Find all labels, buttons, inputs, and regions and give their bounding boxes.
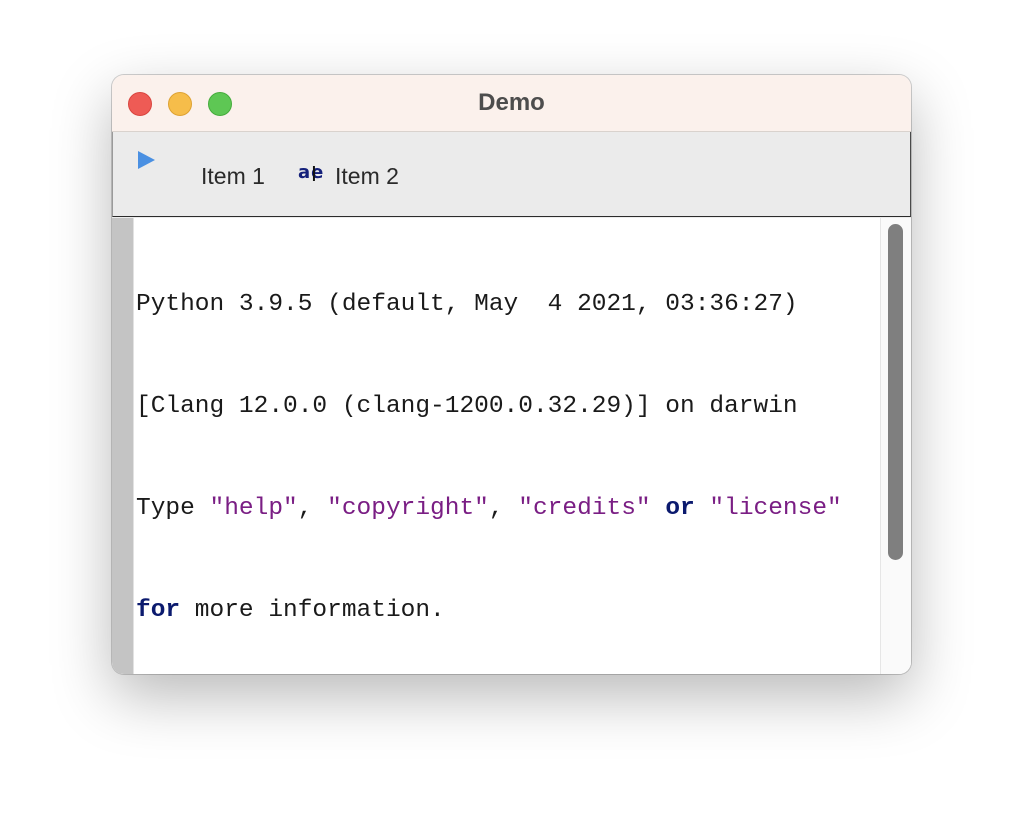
string-span: "credits"	[518, 495, 651, 522]
play-icon[interactable]	[138, 151, 155, 169]
text-span	[695, 495, 710, 522]
toolbar: Item 1 ae I Item 2	[112, 132, 911, 217]
text-span: ,	[297, 495, 328, 522]
console-line: for more information.	[136, 594, 877, 628]
text-span: more information.	[180, 597, 445, 624]
text-span	[651, 495, 666, 522]
title-bar[interactable]: Demo	[112, 75, 911, 132]
text-cursor-icon: I	[311, 162, 318, 186]
gutter-divider	[133, 218, 134, 674]
string-span: "help"	[209, 495, 298, 522]
window-title: Demo	[478, 89, 545, 116]
console-line: Type "help", "copyright", "credits" or "…	[136, 492, 877, 526]
console-line: [Clang 12.0.0 (clang-1200.0.32.29)] on d…	[136, 393, 798, 420]
console-line: Python 3.9.5 (default, May 4 2021, 03:36…	[136, 291, 798, 318]
text-span: Type	[136, 495, 210, 522]
console-area[interactable]: Python 3.9.5 (default, May 4 2021, 03:36…	[112, 218, 911, 674]
text-span: ,	[488, 495, 519, 522]
string-span: "license"	[709, 495, 842, 522]
scrollbar-thumb[interactable]	[888, 224, 903, 560]
toolbar-item-2[interactable]: Item 2	[335, 163, 399, 190]
toolbar-item-1[interactable]: Item 1	[201, 163, 265, 190]
string-span: "copyright"	[327, 495, 489, 522]
console-output[interactable]: Python 3.9.5 (default, May 4 2021, 03:36…	[136, 220, 877, 674]
keyword-span: or	[665, 495, 695, 522]
app-window: Demo Item 1 ae I Item 2 Python 3.9.5 (de…	[112, 75, 911, 674]
vertical-scrollbar[interactable]	[880, 218, 911, 674]
ae-text-icon[interactable]: ae I	[298, 162, 330, 188]
keyword-span: for	[136, 597, 181, 624]
left-gutter	[112, 218, 133, 674]
